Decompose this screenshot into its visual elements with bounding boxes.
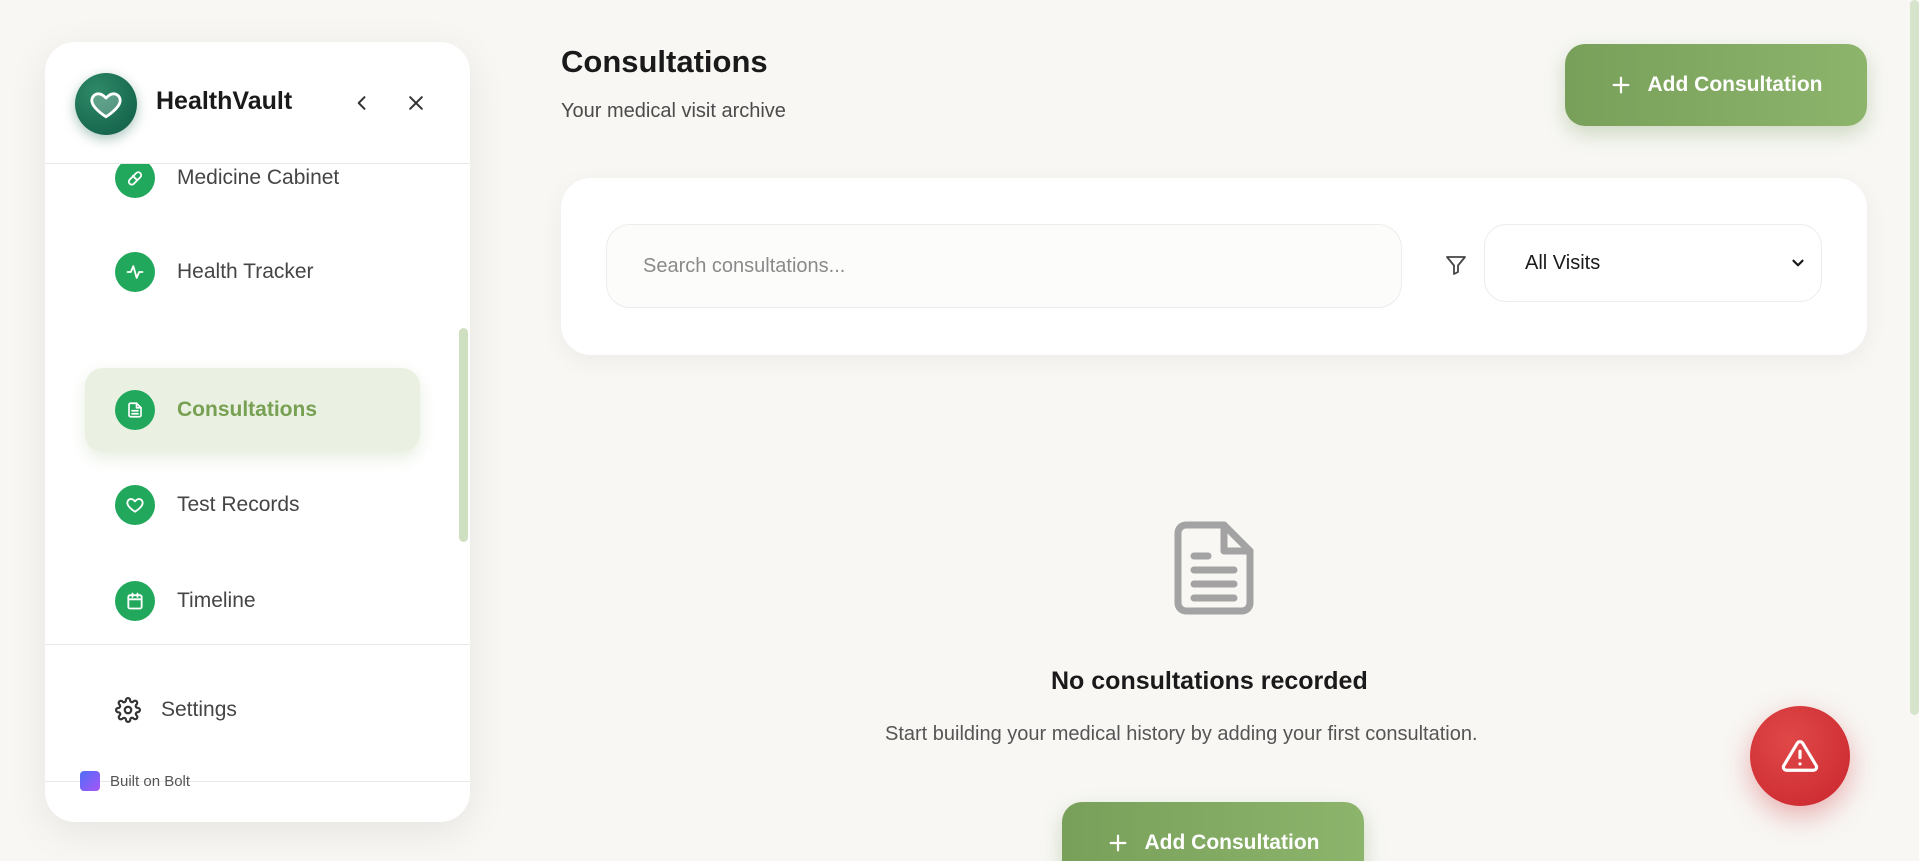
plus-icon bbox=[1109, 834, 1126, 852]
sidebar-item-settings[interactable]: Settings bbox=[115, 697, 237, 723]
sidebar-item-label: Consultations bbox=[177, 398, 317, 421]
chevron-down-icon bbox=[1792, 259, 1804, 267]
built-on-bolt-badge[interactable]: Built on Bolt bbox=[80, 771, 190, 791]
settings-section: Settings bbox=[45, 644, 470, 782]
filter-icon bbox=[1441, 250, 1471, 280]
built-on-bolt-label: Built on Bolt bbox=[110, 772, 191, 790]
gear-icon bbox=[115, 697, 141, 723]
sidebar-item-timeline[interactable]: Timeline bbox=[85, 559, 420, 643]
chevron-left-icon bbox=[357, 96, 366, 110]
close-sidebar-button[interactable] bbox=[399, 86, 433, 120]
sidebar-item-label: Medicine Cabinet bbox=[177, 166, 340, 189]
sidebar-item-label: Timeline bbox=[177, 589, 256, 612]
sidebar-item-test-records[interactable]: Test Records bbox=[85, 463, 420, 547]
brand-name: HealthVault bbox=[156, 87, 293, 115]
document-icon bbox=[1174, 521, 1254, 615]
heart-icon bbox=[115, 485, 155, 525]
empty-state-title: No consultations recorded bbox=[1051, 667, 1368, 695]
pill-icon bbox=[115, 164, 155, 198]
collapse-sidebar-button[interactable] bbox=[345, 86, 379, 120]
add-consultation-label: Add Consultation bbox=[1647, 73, 1823, 96]
activity-icon bbox=[115, 252, 155, 292]
sidebar-item-label: Health Tracker bbox=[177, 260, 314, 283]
alert-triangle-icon bbox=[1781, 740, 1819, 772]
sidebar-item-health-tracker[interactable]: Health Tracker bbox=[85, 230, 420, 314]
settings-label: Settings bbox=[161, 698, 237, 721]
empty-state-description: Start building your medical history by a… bbox=[885, 723, 1478, 745]
sidebar-item-medicine-cabinet[interactable]: Medicine Cabinet bbox=[85, 164, 420, 220]
bolt-logo-icon bbox=[80, 771, 100, 791]
sidebar-nav: Medicine Cabinet Health Tracker Consulta… bbox=[45, 164, 470, 644]
emergency-alert-button[interactable] bbox=[1750, 706, 1850, 806]
calendar-icon bbox=[115, 581, 155, 621]
filter-card: All Visits bbox=[561, 178, 1867, 355]
search-input[interactable] bbox=[606, 224, 1402, 308]
visit-type-value: All Visits bbox=[1525, 251, 1601, 274]
page-title: Consultations bbox=[561, 44, 768, 79]
sidebar-scrollbar[interactable] bbox=[459, 328, 468, 542]
add-consultation-button[interactable]: Add Consultation bbox=[1565, 44, 1867, 126]
visit-type-select[interactable]: All Visits bbox=[1484, 224, 1822, 302]
sidebar: HealthVault Medicine Cabinet Health Trac… bbox=[45, 42, 470, 822]
page-subtitle: Your medical visit archive bbox=[561, 100, 786, 122]
file-text-icon bbox=[115, 390, 155, 430]
logo bbox=[75, 73, 137, 135]
close-icon bbox=[409, 96, 423, 110]
heart-logo-icon bbox=[90, 92, 122, 119]
add-first-consultation-button[interactable]: Add Consultation bbox=[1062, 802, 1364, 861]
plus-icon bbox=[1612, 76, 1629, 94]
sidebar-item-label: Test Records bbox=[177, 493, 300, 516]
sidebar-item-consultations[interactable]: Consultations bbox=[85, 368, 420, 452]
sidebar-header: HealthVault bbox=[45, 42, 470, 164]
page-scrollbar[interactable] bbox=[1910, 0, 1919, 715]
add-consultation-label: Add Consultation bbox=[1144, 831, 1320, 854]
